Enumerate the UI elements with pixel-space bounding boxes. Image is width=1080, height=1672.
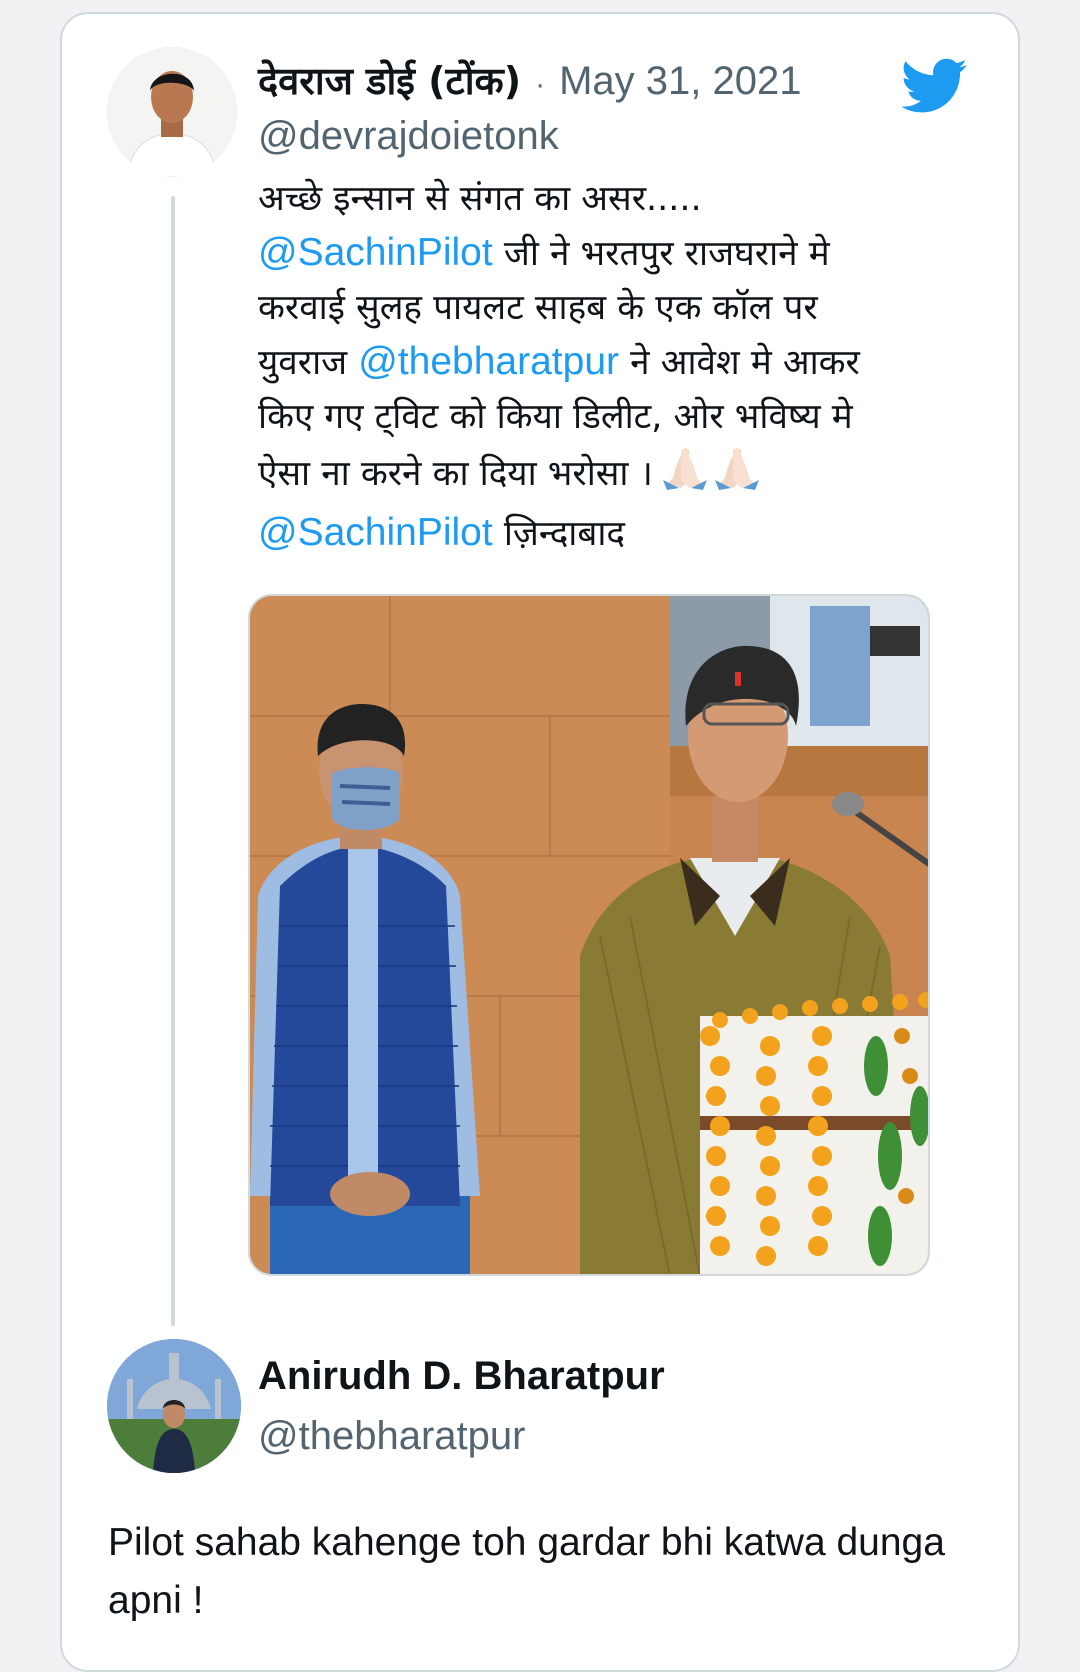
reply-author-handle[interactable]: @thebharatpur	[258, 1414, 525, 1459]
tweet-text-line: करवाई सुलह पायलट साहब के एक कॉल पर	[258, 281, 978, 335]
author-handle[interactable]: @devrajdoietonk	[258, 114, 559, 159]
tweet-text-segment: ज़िन्दाबाद	[492, 514, 625, 554]
tweet-text-segment: जी ने भरतपुर राजघराने मे	[492, 234, 830, 274]
tweet-text-segment: किए गए ट्विट को किया डिलीट, ओर भविष्य मे	[258, 397, 853, 437]
tweet-text-segment: अच्छे इन्सान से संगत का असर.....	[258, 179, 702, 219]
tweet-text-line: अच्छे इन्सान से संगत का असर.....	[258, 172, 978, 226]
tweet-text-segment: युवराज	[258, 343, 359, 383]
mention-link[interactable]: @thebharatpur	[358, 340, 619, 383]
tweet-date[interactable]: May 31, 2021	[559, 59, 801, 104]
tweet-text-segment: ने आवेश मे आकर	[619, 343, 860, 383]
tweet-text-line: @SachinPilot जी ने भरतपुर राजघराने मे	[258, 226, 978, 281]
author-name[interactable]: देवराज डोई (टोंक)	[258, 54, 521, 106]
tweet-card[interactable]: देवराज डोई (टोंक) · May 31, 2021 @devraj…	[60, 12, 1020, 1672]
reply-body: Pilot sahab kahenge toh gardar bhi katwa…	[108, 1521, 945, 1622]
mention-link[interactable]: @SachinPilot	[258, 231, 493, 274]
thread-connector-line	[171, 196, 175, 1326]
tweet-text-line: @SachinPilot ज़िन्दाबाद	[258, 506, 978, 561]
folded-hands-emoji-icon	[659, 444, 763, 506]
tweet-photo[interactable]	[248, 594, 930, 1276]
twitter-bird-icon	[902, 58, 967, 113]
tweet-body: अच्छे इन्सान से संगत का असर..... @SachinP…	[258, 172, 978, 561]
tweet-text-line: युवराज @thebharatpur ने आवेश मे आकर	[258, 335, 978, 390]
reply-author-avatar[interactable]	[107, 1339, 241, 1473]
author-avatar[interactable]	[107, 47, 237, 177]
mention-link[interactable]: @SachinPilot	[258, 511, 493, 554]
tweet-header: देवराज डोई (टोंक) · May 31, 2021	[258, 54, 801, 106]
header-separator: ·	[535, 68, 546, 101]
tweet-text-segment: करवाई सुलह पायलट साहब के एक कॉल पर	[258, 288, 818, 328]
tweet-text-line: किए गए ट्विट को किया डिलीट, ओर भविष्य मे	[258, 390, 978, 444]
tweet-text-line: ऐसा ना करने का दिया भरोसा ।	[258, 444, 978, 506]
tweet-text-segment: ऐसा ना करने का दिया भरोसा ।	[258, 454, 653, 494]
reply-author-name[interactable]: Anirudh D. Bharatpur	[258, 1354, 665, 1399]
